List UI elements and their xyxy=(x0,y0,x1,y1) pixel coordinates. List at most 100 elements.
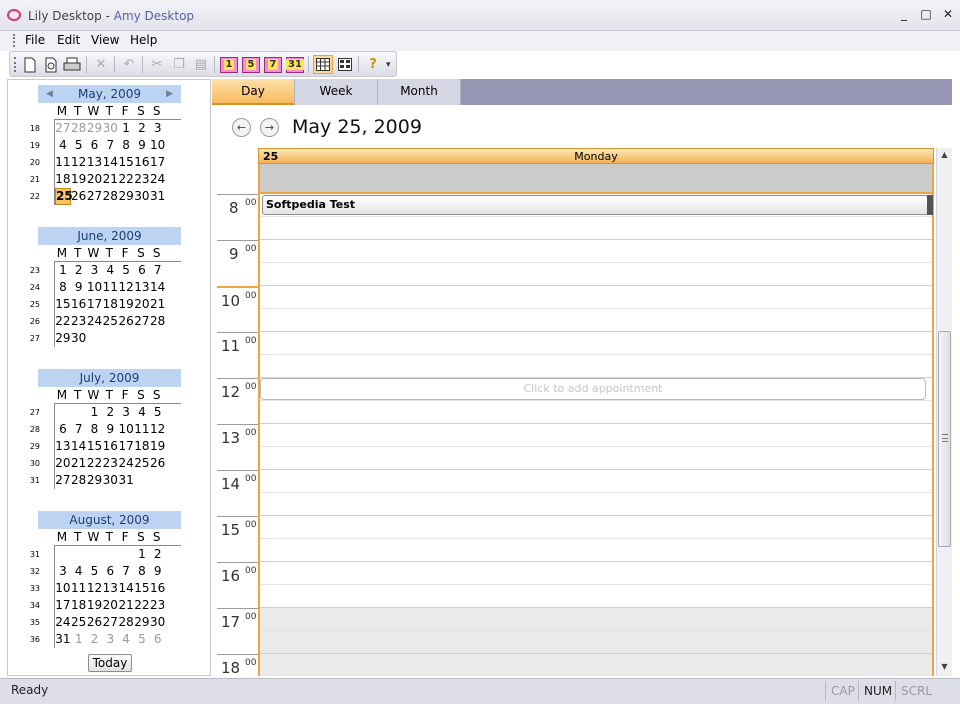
calendar-day[interactable]: 12 xyxy=(118,279,134,296)
scroll-down-icon[interactable]: ▼ xyxy=(937,660,952,674)
selected-day[interactable]: 25 xyxy=(55,188,73,205)
calendar-day[interactable]: 14 xyxy=(150,279,166,296)
calendar-day[interactable]: 7 xyxy=(71,421,87,438)
calendar-day[interactable]: 28 xyxy=(150,313,166,330)
time-slot[interactable] xyxy=(260,585,932,608)
calendar-day[interactable]: 13 xyxy=(87,154,103,171)
calendar-day[interactable]: 20 xyxy=(87,171,103,188)
calendar-day[interactable]: 19 xyxy=(118,296,134,313)
calendar-day[interactable]: 10 xyxy=(118,421,134,438)
calendar-day[interactable]: 17 xyxy=(118,438,134,455)
calendar-day[interactable]: 3 xyxy=(118,404,134,421)
calendar-day[interactable]: 3 xyxy=(55,563,71,580)
calendar-day[interactable]: 18 xyxy=(71,597,87,614)
calendar-day[interactable]: 5 xyxy=(118,262,134,279)
day-grid[interactable] xyxy=(258,194,934,676)
calendar-day[interactable]: 15 xyxy=(118,154,134,171)
print-preview-icon[interactable] xyxy=(41,55,61,74)
calendar-day[interactable]: 29 xyxy=(118,188,134,205)
calendar-day[interactable]: 30 xyxy=(71,330,87,347)
toolbar-overflow-icon[interactable]: ▾ xyxy=(386,60,391,70)
all-day-area[interactable] xyxy=(258,164,934,194)
calendar-day[interactable]: 13 xyxy=(134,279,150,296)
calendar-day[interactable]: 13 xyxy=(55,438,71,455)
calendar-day[interactable]: 28 xyxy=(118,614,134,631)
calendar-day[interactable]: 17 xyxy=(87,296,103,313)
calendar-day[interactable]: 2 xyxy=(87,631,103,648)
tab-week[interactable]: Week xyxy=(295,79,378,105)
calendar-day[interactable]: 11 xyxy=(55,154,71,171)
calendar-day[interactable]: 5 xyxy=(87,563,103,580)
calendar-day[interactable]: 5 xyxy=(134,631,150,648)
calendar-day[interactable]: 27 xyxy=(55,472,71,489)
calendar-day[interactable]: 23 xyxy=(150,597,166,614)
calendar-day[interactable]: 22 xyxy=(55,313,71,330)
calendar-day[interactable]: 2 xyxy=(150,546,166,563)
calendar-day[interactable]: 2 xyxy=(134,120,150,137)
calendar-day[interactable]: 31 xyxy=(55,631,71,648)
calendar-day[interactable]: 10 xyxy=(55,580,71,597)
calendar-day[interactable]: 21 xyxy=(102,171,118,188)
calendar-day[interactable]: 15 xyxy=(55,296,71,313)
calendar-day[interactable]: 10 xyxy=(150,137,166,154)
calendar-day[interactable]: 30 xyxy=(102,120,118,137)
calendar-day[interactable]: 30 xyxy=(150,614,166,631)
print-icon[interactable] xyxy=(62,55,82,74)
undo-icon[interactable]: ↶ xyxy=(119,55,139,74)
table-view-icon[interactable] xyxy=(335,55,355,74)
calendar-day[interactable]: 23 xyxy=(71,313,87,330)
calendar-day[interactable]: 27 xyxy=(134,313,150,330)
calendar-day[interactable]: 12 xyxy=(150,421,166,438)
calendar-day[interactable]: 6 xyxy=(55,421,71,438)
week-view-icon[interactable]: 7 xyxy=(263,55,283,74)
calendar-day[interactable]: 11 xyxy=(71,580,87,597)
calendar-day[interactable]: 26 xyxy=(71,188,87,205)
calendar-day[interactable]: 24 xyxy=(150,171,166,188)
calendar-day[interactable]: 2 xyxy=(102,404,118,421)
calendar-day[interactable]: 8 xyxy=(87,421,103,438)
calendar-day[interactable]: 28 xyxy=(102,188,118,205)
next-month-icon[interactable]: ▶ xyxy=(166,85,173,103)
calendar-day[interactable]: 7 xyxy=(150,262,166,279)
calendar-day[interactable]: 24 xyxy=(87,313,103,330)
day-column-header[interactable]: 25 Monday xyxy=(258,148,934,164)
calendar-day[interactable]: 14 xyxy=(118,580,134,597)
time-slot[interactable] xyxy=(260,355,932,378)
calendar-day[interactable]: 26 xyxy=(150,455,166,472)
next-day-icon[interactable]: → xyxy=(260,118,279,137)
calendar-day[interactable]: 18 xyxy=(102,296,118,313)
time-slot[interactable] xyxy=(260,654,932,676)
calendar-day[interactable]: 4 xyxy=(118,631,134,648)
calendar-day[interactable]: 14 xyxy=(102,154,118,171)
calendar-day[interactable]: 4 xyxy=(102,262,118,279)
time-slot[interactable] xyxy=(260,240,932,263)
calendar-day[interactable]: 22 xyxy=(118,171,134,188)
time-slot[interactable] xyxy=(260,562,932,585)
maximize-button[interactable]: □ xyxy=(920,7,932,21)
calendar-day[interactable]: 29 xyxy=(87,120,103,137)
calendar-day[interactable]: 16 xyxy=(150,580,166,597)
time-slot[interactable] xyxy=(260,516,932,539)
calendar-day[interactable]: 26 xyxy=(118,313,134,330)
menu-view[interactable]: View xyxy=(91,33,119,47)
calendar-day[interactable]: 27 xyxy=(102,614,118,631)
calendar-day[interactable]: 30 xyxy=(134,188,150,205)
calendar-day[interactable]: 11 xyxy=(134,421,150,438)
calendar-day[interactable]: 9 xyxy=(134,137,150,154)
calendar-day[interactable]: 23 xyxy=(102,455,118,472)
calendar-day[interactable]: 24 xyxy=(55,614,71,631)
calendar-day[interactable]: 28 xyxy=(71,472,87,489)
calendar-day[interactable]: 30 xyxy=(102,472,118,489)
calendar-day[interactable]: 13 xyxy=(102,580,118,597)
calendar-day[interactable]: 6 xyxy=(87,137,103,154)
calendar-day[interactable]: 20 xyxy=(134,296,150,313)
calendar-day[interactable]: 9 xyxy=(150,563,166,580)
time-slot[interactable] xyxy=(260,539,932,562)
time-slot[interactable] xyxy=(260,286,932,309)
calendar-day[interactable]: 21 xyxy=(118,597,134,614)
tab-day[interactable]: Day xyxy=(212,79,295,105)
calendar-day[interactable]: 18 xyxy=(134,438,150,455)
calendar-day[interactable]: 12 xyxy=(71,154,87,171)
calendar-day[interactable]: 7 xyxy=(118,563,134,580)
calendar-day[interactable]: 6 xyxy=(150,631,166,648)
